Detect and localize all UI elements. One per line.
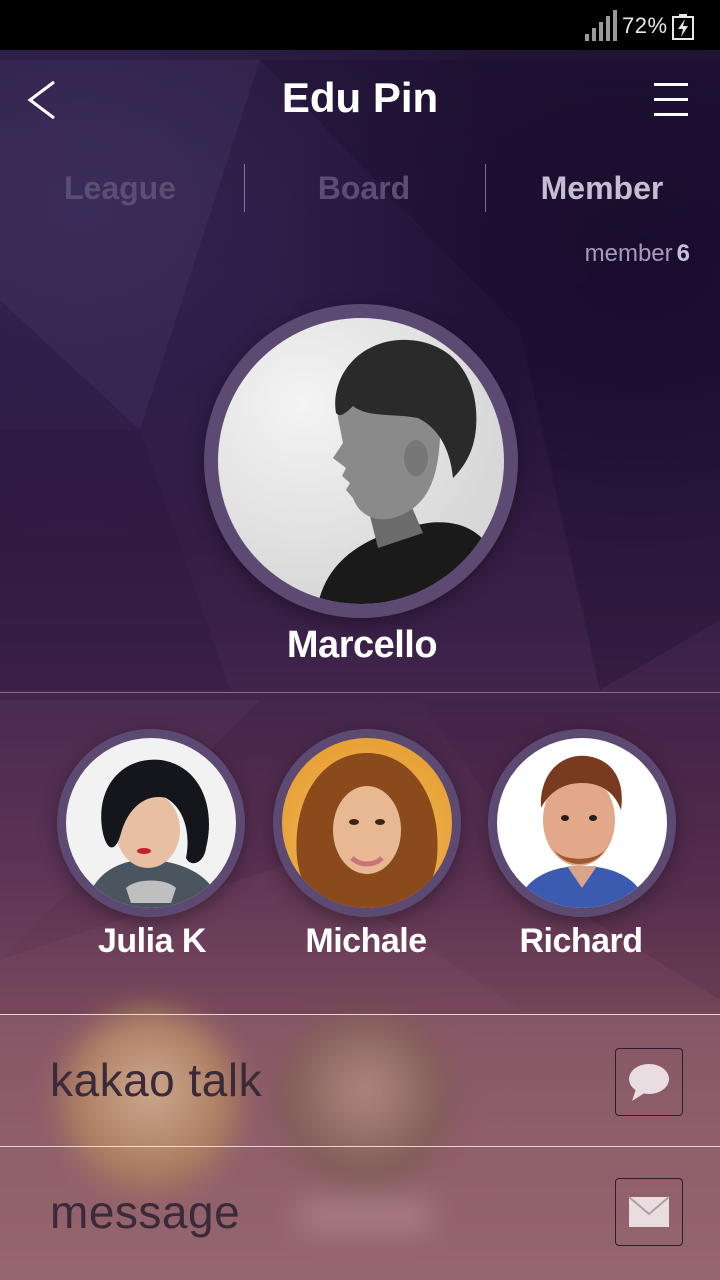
- share-sheet: kakao talk message: [0, 1014, 720, 1280]
- message-button[interactable]: [615, 1178, 683, 1246]
- member-avatar-michale[interactable]: [273, 729, 461, 917]
- share-option-message[interactable]: message: [0, 1146, 720, 1279]
- section-divider: [0, 692, 720, 693]
- app-screen: 72% Edu Pin League Board Member member6: [0, 0, 720, 1280]
- person-silhouette-icon: [318, 339, 504, 604]
- tab-bar: League Board Member: [0, 160, 720, 216]
- member-avatar-richard[interactable]: [488, 729, 676, 917]
- signal-icon: [585, 10, 617, 41]
- battery-charging-icon: [672, 14, 694, 40]
- page-title: Edu Pin: [281, 74, 439, 121]
- member-name-richard: Richard: [519, 922, 643, 960]
- avatar-photo: [497, 738, 667, 908]
- member-count-label: member: [584, 240, 673, 267]
- chat-bubble-icon: [629, 1064, 669, 1101]
- share-option-label: kakao talk: [50, 1054, 263, 1106]
- kakao-talk-button[interactable]: [615, 1048, 683, 1116]
- member-name-julia: Julia K: [98, 922, 206, 960]
- member-name-michale: Michale: [305, 922, 427, 960]
- menu-button[interactable]: [648, 80, 694, 120]
- app-header: Edu Pin: [0, 50, 720, 150]
- status-bar: 72%: [0, 0, 720, 50]
- member-count-value: 6: [676, 240, 690, 267]
- leader-name: Marcello: [286, 624, 438, 666]
- share-option-label: message: [50, 1186, 241, 1238]
- tab-league[interactable]: League: [0, 160, 240, 216]
- avatar-photo: [282, 738, 452, 908]
- member-avatar-julia[interactable]: [57, 729, 245, 917]
- envelope-icon: [628, 1196, 670, 1227]
- avatar-photo: [66, 738, 236, 908]
- share-option-kakao-talk[interactable]: kakao talk: [0, 1014, 720, 1147]
- hamburger-menu-icon: [654, 83, 688, 86]
- avatar-photo: [218, 318, 504, 604]
- member-count: member 6: [585, 240, 690, 268]
- tab-board[interactable]: Board: [244, 160, 484, 216]
- tab-member[interactable]: Member: [482, 160, 720, 216]
- leader-avatar[interactable]: [204, 304, 518, 618]
- battery-percent: 72%: [622, 13, 668, 38]
